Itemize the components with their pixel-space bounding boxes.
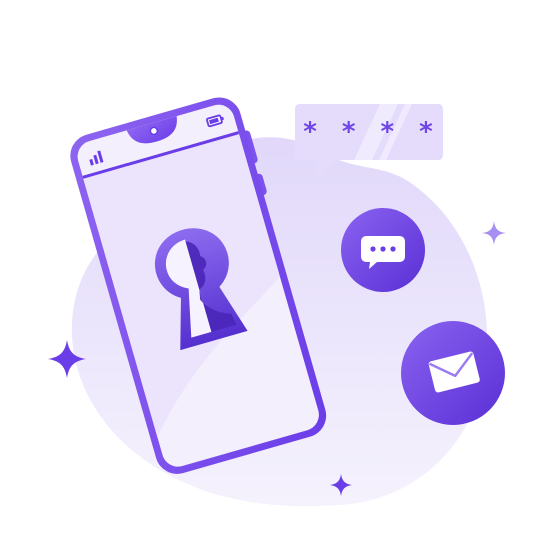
chat-badge [341, 208, 425, 292]
mail-badge [401, 321, 505, 425]
sparkle-icon [482, 221, 506, 245]
password-mask-text: * * * * [303, 117, 441, 147]
illustration-scene [48, 97, 506, 507]
